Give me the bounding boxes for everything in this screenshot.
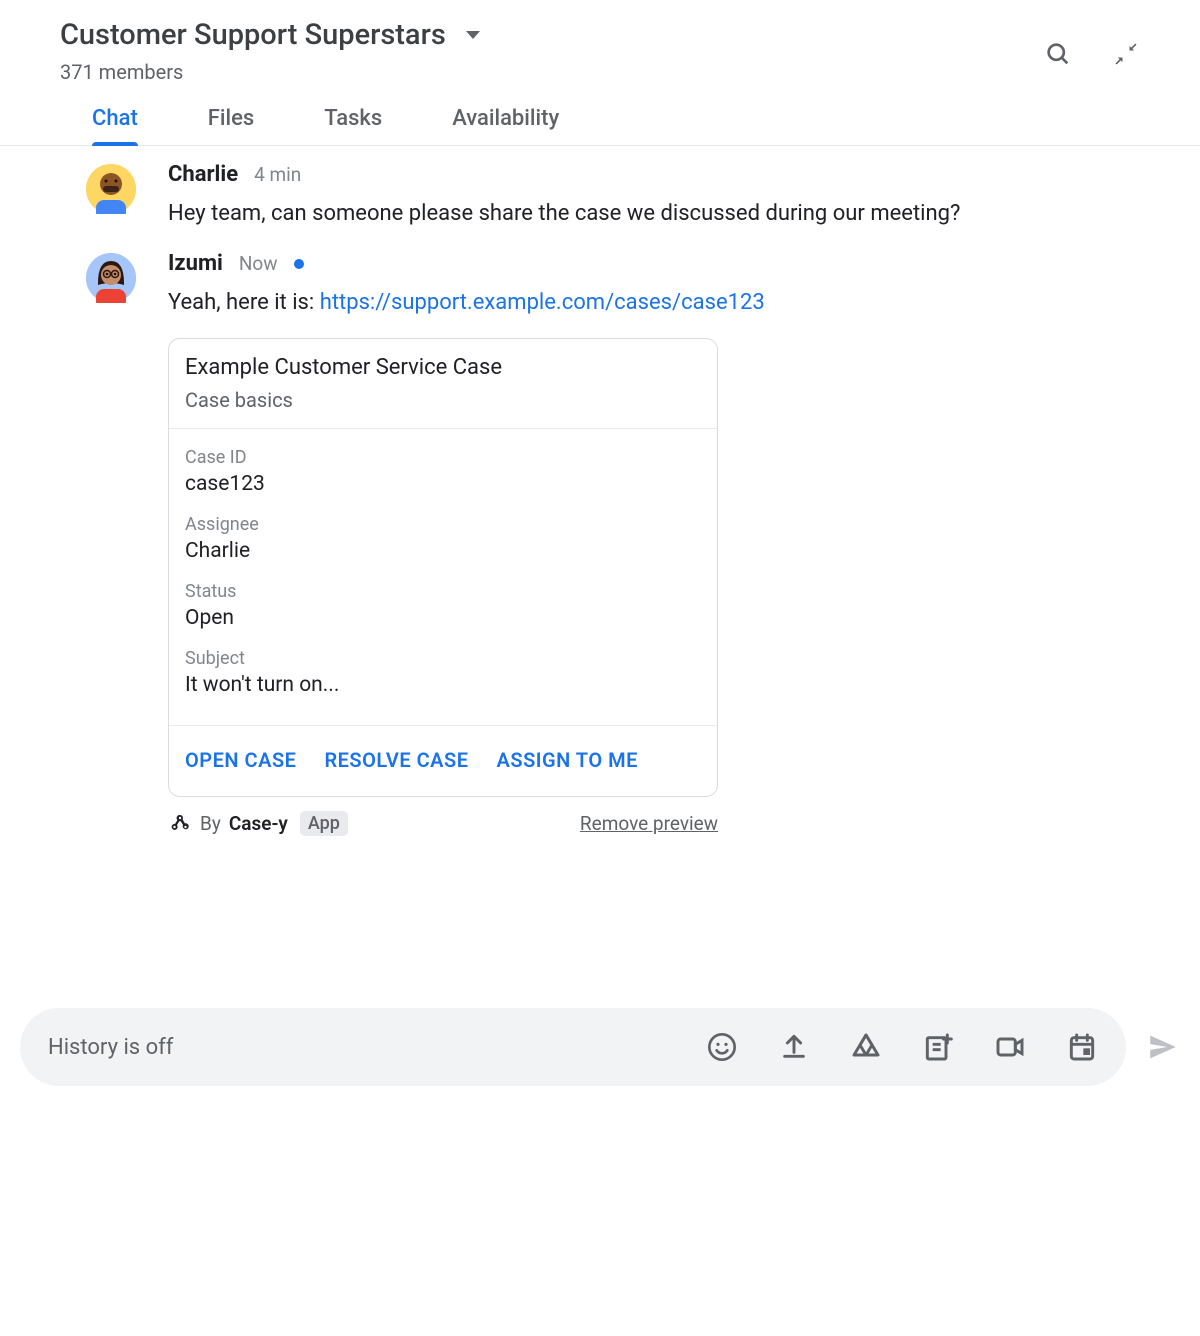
field-label: Assignee: [185, 514, 701, 535]
assign-to-me-button[interactable]: ASSIGN TO ME: [497, 748, 638, 772]
video-icon[interactable]: [994, 1031, 1026, 1063]
field-value: case123: [185, 472, 701, 496]
open-case-button[interactable]: OPEN CASE: [185, 748, 296, 772]
case-link[interactable]: https://support.example.com/cases/case12…: [320, 290, 765, 315]
drive-icon[interactable]: [850, 1031, 882, 1063]
avatar[interactable]: [86, 164, 136, 214]
upload-icon[interactable]: [778, 1031, 810, 1063]
timestamp: Now: [239, 252, 278, 275]
message-input[interactable]: History is off: [20, 1008, 1126, 1086]
search-icon[interactable]: [1044, 40, 1072, 68]
field-value: Charlie: [185, 539, 701, 563]
by-label: By: [200, 812, 221, 835]
emoji-icon[interactable]: [706, 1031, 738, 1063]
tabs: Chat Files Tasks Availability: [0, 84, 1200, 146]
message-list: Charlie 4 min Hey team, can someone plea…: [0, 146, 1200, 836]
card-title: Example Customer Service Case: [185, 355, 701, 380]
collapse-icon[interactable]: [1112, 40, 1140, 68]
member-count: 371 members: [60, 60, 480, 84]
card-subtitle: Case basics: [185, 388, 701, 412]
composer-row: History is off: [20, 1008, 1180, 1086]
composer-placeholder: History is off: [48, 1035, 706, 1060]
chevron-down-icon[interactable]: [466, 31, 480, 39]
message-text: Hey team, can someone please share the c…: [168, 197, 1140, 231]
status-dot-icon: [294, 259, 304, 269]
message-text: Yeah, here it is: https://support.exampl…: [168, 286, 1140, 320]
app-chip: App: [300, 811, 348, 836]
webhook-icon: [168, 812, 192, 836]
room-header: Customer Support Superstars 371 members: [0, 0, 1200, 84]
avatar[interactable]: [86, 253, 136, 303]
card-field: Subject It won't turn on...: [185, 648, 701, 697]
preview-footer: By Case-y App Remove preview: [168, 811, 718, 836]
field-label: Subject: [185, 648, 701, 669]
field-label: Case ID: [185, 447, 701, 468]
remove-preview-link[interactable]: Remove preview: [580, 812, 718, 835]
message-text-prefix: Yeah, here it is:: [168, 290, 320, 315]
room-title: Customer Support Superstars: [60, 18, 446, 52]
card-field: Assignee Charlie: [185, 514, 701, 563]
message: Izumi Now Yeah, here it is: https://supp…: [86, 251, 1140, 836]
message: Charlie 4 min Hey team, can someone plea…: [86, 162, 1140, 231]
tab-availability[interactable]: Availability: [452, 106, 559, 145]
app-name: Case-y: [229, 812, 288, 835]
link-preview-card: Example Customer Service Case Case basic…: [168, 338, 718, 797]
field-value: It won't turn on...: [185, 673, 701, 697]
room-title-row[interactable]: Customer Support Superstars: [60, 18, 480, 52]
calendar-icon[interactable]: [1066, 1031, 1098, 1063]
create-doc-icon[interactable]: [922, 1031, 954, 1063]
sender-name: Charlie: [168, 162, 238, 187]
field-label: Status: [185, 581, 701, 602]
tab-files[interactable]: Files: [208, 106, 254, 145]
tab-tasks[interactable]: Tasks: [324, 106, 382, 145]
card-field: Case ID case123: [185, 447, 701, 496]
field-value: Open: [185, 606, 701, 630]
card-field: Status Open: [185, 581, 701, 630]
tab-chat[interactable]: Chat: [92, 106, 138, 145]
resolve-case-button[interactable]: RESOLVE CASE: [324, 748, 468, 772]
timestamp: 4 min: [254, 163, 301, 186]
sender-name: Izumi: [168, 251, 223, 276]
send-button[interactable]: [1146, 1030, 1180, 1064]
